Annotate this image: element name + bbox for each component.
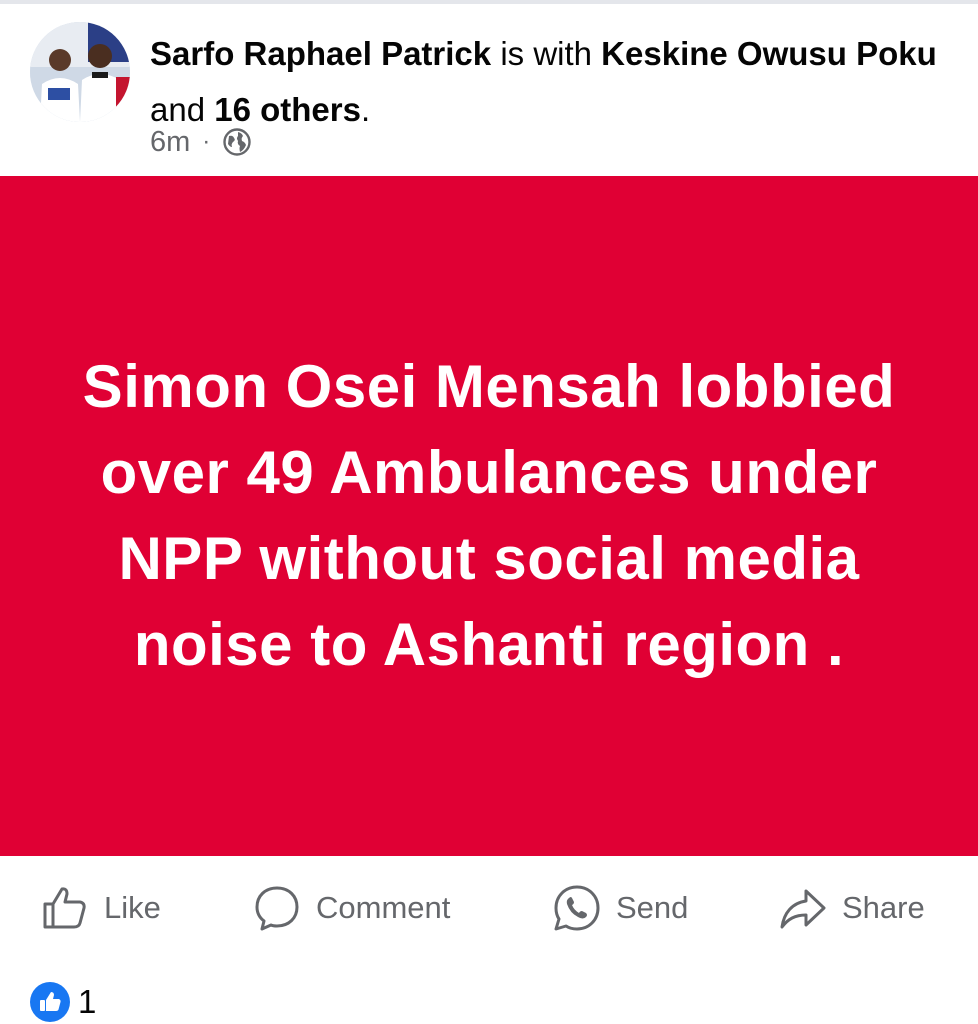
comment-button[interactable]: Comment [252,880,450,936]
share-label: Share [842,890,925,925]
post-text: Simon Osei Mensah lobbied over 49 Ambula… [82,353,896,678]
and-text: and [150,91,206,128]
reaction-count: 1 [78,983,97,1020]
post-text-card[interactable]: Simon Osei Mensah lobbied over 49 Ambula… [0,176,978,856]
globe-icon[interactable] [222,127,252,157]
send-button[interactable]: Send [552,880,688,936]
reactions-summary[interactable]: 1 [30,980,96,1024]
post-meta: 6m · [150,124,252,160]
share-icon [780,889,826,929]
tagged-others[interactable]: 16 others [214,91,361,128]
comment-icon [255,886,299,931]
meta-separator: · [202,128,211,155]
thumbs-up-icon [30,982,70,1022]
avatar-photo [30,22,130,122]
with-text: is with [500,35,592,72]
comment-label: Comment [316,890,451,925]
post-header: Sarfo Raphael Patrick is with Keskine Ow… [0,4,978,176]
tagged-person[interactable]: Keskine Owusu Poku [601,35,937,72]
send-label: Send [616,890,689,925]
like-icon [43,887,86,929]
like-button[interactable]: Like [40,880,161,936]
author-avatar[interactable] [30,22,130,122]
author-line: Sarfo Raphael Patrick is with Keskine Ow… [150,26,950,138]
like-label: Like [104,890,161,925]
whatsapp-icon [554,885,600,931]
author-name[interactable]: Sarfo Raphael Patrick [150,35,491,72]
period: . [360,91,371,128]
post-time[interactable]: 6m [150,124,190,160]
action-bar: Like Comment Send Share [0,870,978,946]
share-button[interactable]: Share [778,880,925,936]
